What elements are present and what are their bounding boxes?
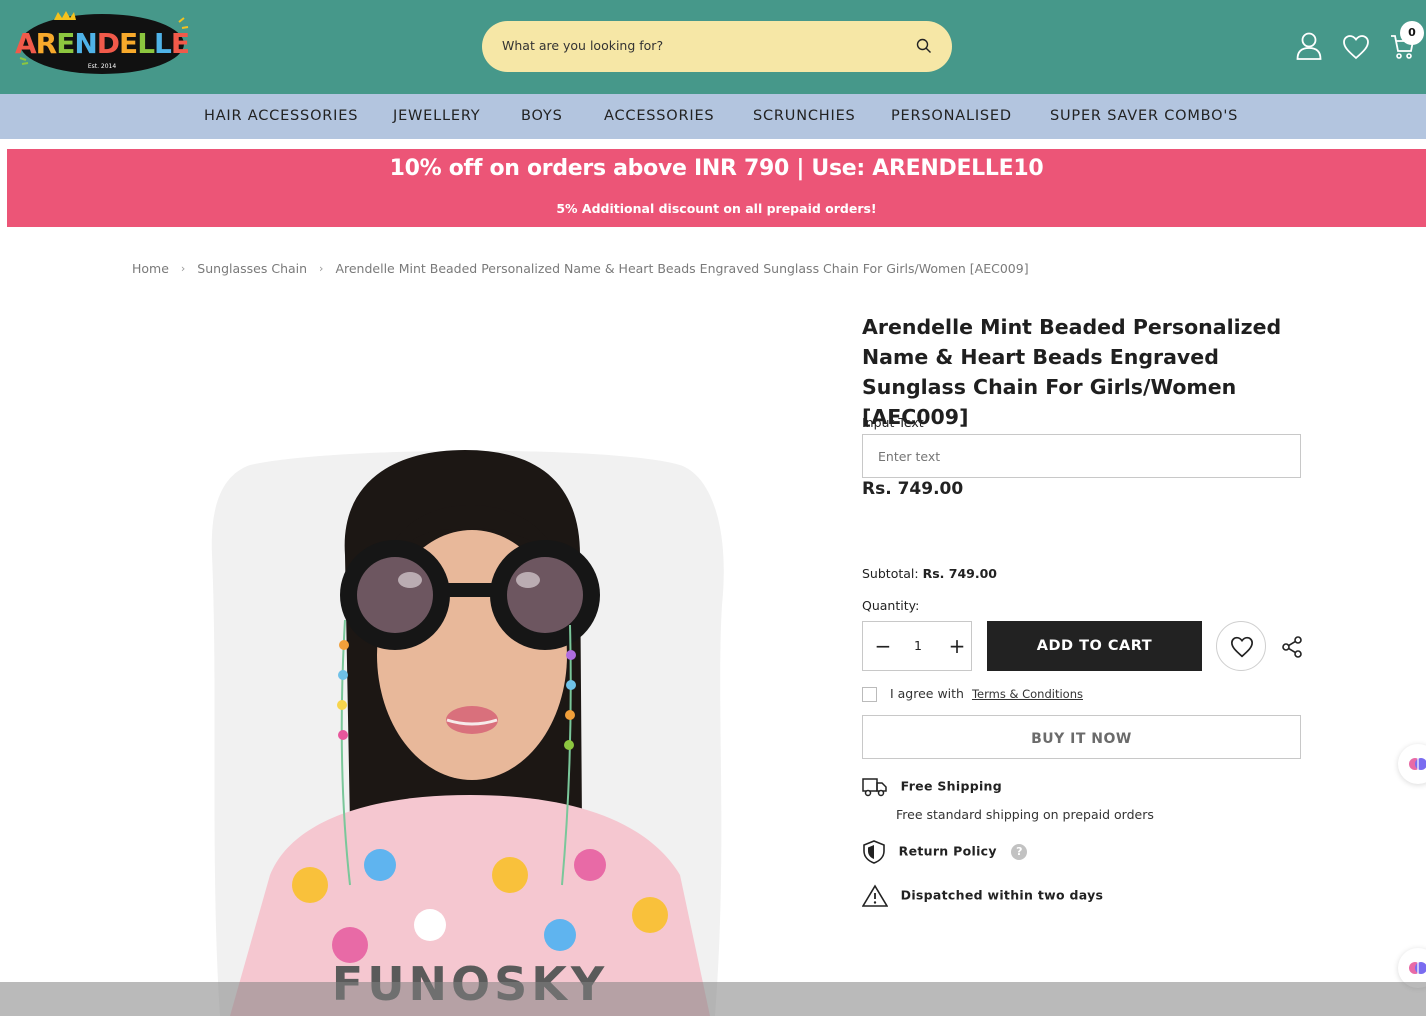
chevron-right-icon: › [180, 262, 186, 275]
search-bar[interactable]: What are you looking for? [482, 21, 952, 72]
main-nav: HAIR ACCESSORIES JEWELLERY BOYS ACCESSOR… [0, 94, 1426, 139]
buy-it-now-button[interactable]: BUY IT NOW [862, 715, 1301, 759]
promo-subtitle: 5% Additional discount on all prepaid or… [556, 201, 877, 216]
return-policy-row[interactable]: Return Policy ? [862, 840, 1028, 864]
nav-item-accessories[interactable]: ACCESSORIES [604, 108, 714, 124]
product-image[interactable]: FUNOSKY [210, 445, 730, 1016]
breadcrumb-current: Arendelle Mint Beaded Personalized Name … [335, 261, 1029, 276]
shield-icon [863, 840, 885, 864]
quantity-decrease-button[interactable]: − [871, 634, 895, 658]
personalization-input[interactable] [862, 434, 1301, 478]
warning-icon [861, 884, 889, 907]
product-price: Rs. 749.00 [862, 479, 964, 499]
nav-item-personalised[interactable]: PERSONALISED [891, 108, 1012, 124]
arendelle-logo[interactable]: ARENDELLE Est. 2014 [14, 8, 192, 78]
dispatch-text: Dispatched within two days [900, 887, 1104, 903]
help-icon[interactable]: ? [1011, 844, 1028, 860]
nav-item-super-saver-combos[interactable]: SUPER SAVER COMBO'S [1050, 108, 1238, 124]
quantity-stepper: − 1 + [862, 621, 972, 671]
bottom-overlay-bar [0, 982, 1426, 1016]
cart-count-badge: 0 [1400, 21, 1424, 45]
nav-item-hair-accessories[interactable]: HAIR ACCESSORIES [204, 108, 358, 124]
agree-text: I agree with [889, 686, 964, 701]
nav-item-jewellery[interactable]: JEWELLERY [393, 108, 480, 124]
terms-agreement: I agree with Terms & Conditions [862, 686, 1083, 702]
brain-icon [1409, 758, 1426, 770]
share-icon[interactable] [1280, 635, 1304, 659]
breadcrumb-home[interactable]: Home [132, 261, 169, 276]
brain-icon [1409, 962, 1426, 974]
quantity-increase-button[interactable]: + [945, 634, 969, 658]
breadcrumb: Home › Sunglasses Chain › Arendelle Mint… [132, 260, 1029, 276]
brain-widget-button[interactable] [1398, 744, 1426, 784]
nav-item-boys[interactable]: BOYS [521, 108, 563, 124]
terms-link[interactable]: Terms & Conditions [972, 687, 1083, 701]
add-to-cart-button[interactable]: ADD TO CART [987, 621, 1202, 671]
terms-checkbox[interactable] [862, 687, 877, 702]
return-policy-label[interactable]: Return Policy [899, 844, 997, 859]
promo-banner: 10% off on orders above INR 790 | Use: A… [7, 149, 1426, 227]
quantity-input[interactable]: 1 [903, 638, 933, 653]
svg-text:ARENDELLE: ARENDELLE [15, 27, 189, 60]
subtotal-label: Subtotal: [862, 566, 919, 581]
search-icon[interactable] [916, 38, 932, 54]
dispatch-row: Dispatched within two days [861, 884, 1104, 908]
heart-icon [1230, 636, 1254, 658]
svg-text:Est. 2014: Est. 2014 [88, 63, 117, 70]
heart-icon[interactable] [1342, 34, 1370, 60]
chevron-right-icon: › [319, 262, 324, 275]
nav-item-scrunchies[interactable]: SCRUNCHIES [753, 108, 856, 124]
free-shipping-row: Free Shipping [862, 776, 1002, 798]
promo-title: 10% off on orders above INR 790 | Use: A… [389, 156, 1044, 181]
breadcrumb-category[interactable]: Sunglasses Chain [197, 261, 307, 276]
input-text-label: Input Text [862, 415, 924, 430]
subtotal-value: Rs. 749.00 [922, 566, 997, 581]
search-input[interactable]: What are you looking for? [502, 38, 663, 53]
free-shipping-subtitle: Free standard shipping on prepaid orders [896, 807, 1154, 822]
subtotal: Subtotal: Rs. 749.00 [862, 566, 997, 581]
quantity-label: Quantity: [862, 598, 920, 613]
user-icon[interactable] [1296, 32, 1322, 60]
truck-icon [862, 778, 887, 797]
site-header: ARENDELLE Est. 2014 What are you looking… [0, 0, 1426, 94]
wishlist-button[interactable] [1216, 621, 1266, 671]
free-shipping-title: Free Shipping [900, 778, 1002, 794]
product-title: Arendelle Mint Beaded Personalized Name … [862, 315, 1282, 429]
